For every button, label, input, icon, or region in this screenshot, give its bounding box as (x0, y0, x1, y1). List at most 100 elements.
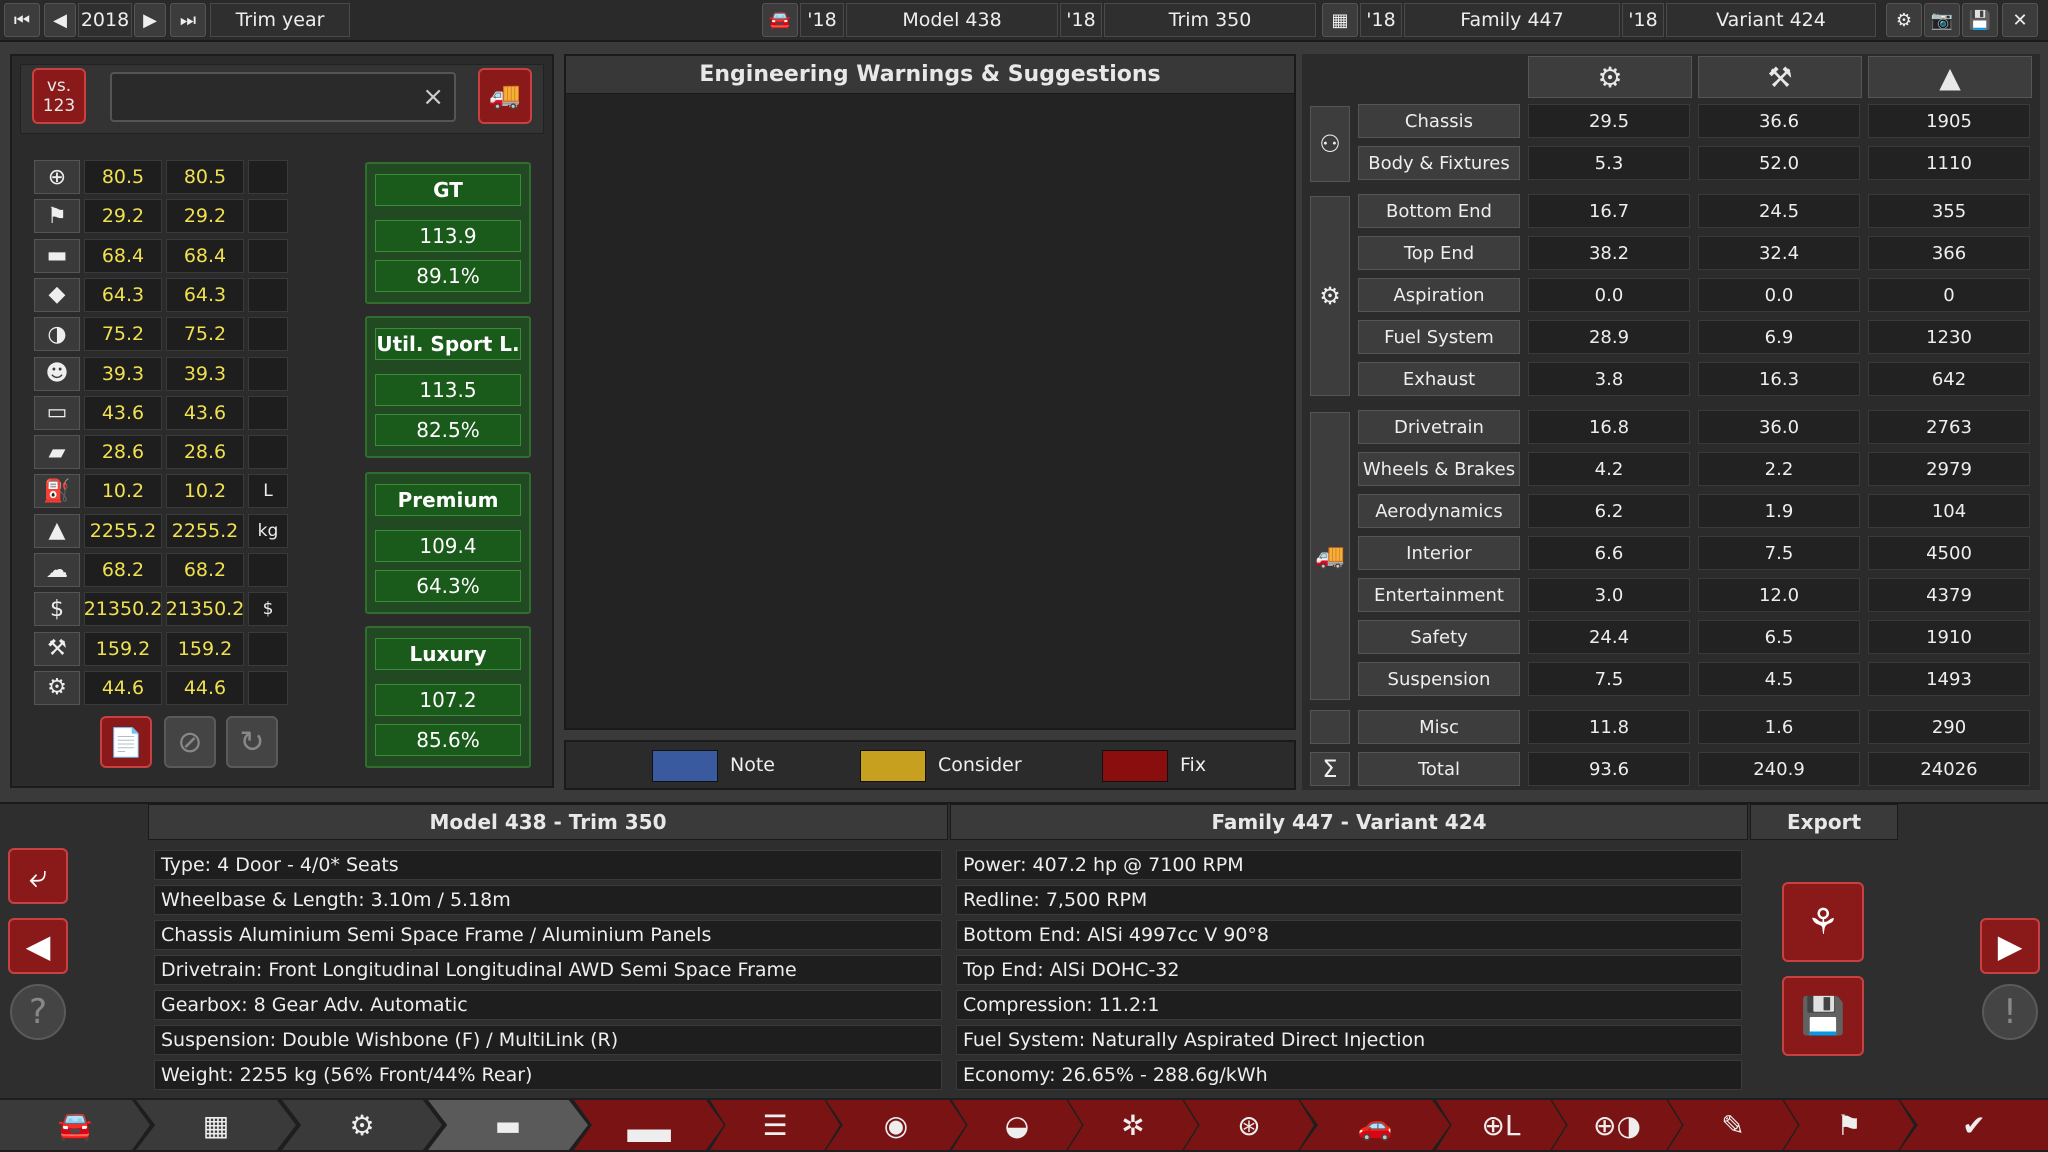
component-name[interactable]: Entertainment (1358, 578, 1520, 612)
component-name[interactable]: Total (1358, 752, 1520, 786)
stat-value-compare: 64.3 (166, 277, 244, 312)
component-name[interactable]: Aspiration (1358, 278, 1520, 312)
component-engineering-value: 6.2 (1528, 494, 1690, 528)
stat-value-compare: 80.5 (166, 160, 244, 194)
nav-body-icon[interactable]: ▬ (428, 1100, 588, 1150)
trim-selector[interactable]: Trim 350 (1104, 3, 1316, 37)
market-name: GT (375, 174, 521, 206)
market-score: 107.2 (375, 684, 521, 716)
stat-value-current: 68.4 (84, 238, 162, 273)
clear-icon[interactable]: × (422, 82, 444, 112)
nav-fixtures-icon[interactable]: ▃▃ (574, 1100, 724, 1150)
component-name[interactable]: Exhaust (1358, 362, 1520, 396)
camera-icon[interactable]: 📷 (1924, 3, 1960, 37)
component-engineering-value: 6.6 (1528, 536, 1690, 570)
component-cost-value: 355 (1868, 194, 2030, 228)
nav-lights-icon[interactable]: ☰ (710, 1100, 840, 1150)
nav-model-icon[interactable]: 🚘 (0, 1100, 150, 1150)
market-percent: 85.6% (375, 724, 521, 756)
component-name[interactable]: Fuel System (1358, 320, 1520, 354)
nav-tires-icon[interactable]: ⊛ (1184, 1100, 1314, 1150)
next-year-icon[interactable]: ▶ (134, 3, 166, 37)
market-card[interactable]: Luxury 107.2 85.6% (365, 626, 531, 768)
settings-gear-icon[interactable]: ⚙ (1886, 3, 1922, 37)
compare-search-input[interactable]: × (110, 72, 456, 122)
engineering-gear-icon: ⚙ (1528, 56, 1692, 98)
fast-forward-icon[interactable]: ⏭ (170, 3, 206, 37)
component-name[interactable]: Suspension (1358, 662, 1520, 696)
stat-unit (248, 238, 288, 273)
export-save-icon[interactable]: 💾 (1782, 976, 1864, 1056)
exit-designer-icon[interactable]: ⤶ (8, 848, 68, 904)
engine-spec-line: Compression: 11.2:1 (956, 990, 1742, 1020)
market-percent: 64.3% (375, 570, 521, 602)
nav-steering-icon[interactable]: ⊕L (1436, 1100, 1566, 1150)
component-name[interactable]: Chassis (1358, 104, 1520, 138)
engine-spec-line: Top End: AlSi DOHC-32 (956, 955, 1742, 985)
select-car-icon[interactable]: 🚚 (478, 68, 532, 124)
engine-spec-line: Fuel System: Naturally Aspirated Direct … (956, 1025, 1742, 1055)
model-selector[interactable]: Model 438 (846, 3, 1058, 37)
vs-compare-button[interactable]: vs. 123 (32, 68, 86, 124)
stat-row: ◑ 75.2 75.2 (34, 317, 288, 352)
nav-suspension-icon[interactable]: 🚗 (1300, 1100, 1450, 1150)
component-name[interactable]: Interior (1358, 536, 1520, 570)
cancel-icon[interactable]: ⊘ (164, 716, 216, 768)
share-icon[interactable]: ⚘ (1782, 882, 1864, 962)
component-name[interactable]: Top End (1358, 236, 1520, 270)
forward-arrow-icon[interactable]: ▶ (1980, 918, 2040, 974)
steering-wheel-icon: ⊕ (34, 160, 80, 194)
market-score: 113.5 (375, 374, 521, 406)
save-icon[interactable]: 💾 (1962, 3, 1998, 37)
component-name[interactable]: Body & Fixtures (1358, 146, 1520, 180)
back-arrow-icon[interactable]: ◀ (8, 918, 68, 974)
nav-safety-icon[interactable]: ⊕◑ (1552, 1100, 1682, 1150)
misc-group-icon (1310, 710, 1350, 744)
reset-icon[interactable]: ↻ (226, 716, 278, 768)
close-icon[interactable]: ✕ (2002, 3, 2038, 37)
diamond-icon: ◆ (34, 277, 80, 312)
variant-selector[interactable]: Variant 424 (1666, 3, 1876, 37)
prev-year-icon[interactable]: ◀ (44, 3, 76, 37)
help-icon[interactable]: ? (10, 984, 66, 1040)
warning-icon[interactable]: ! (1982, 984, 2038, 1040)
component-name[interactable]: Drivetrain (1358, 410, 1520, 444)
legend-swatch (1102, 750, 1168, 782)
market-percent: 89.1% (375, 260, 521, 292)
nav-interior-icon[interactable]: ◒ (952, 1100, 1082, 1150)
stat-unit (248, 277, 288, 312)
rewind-icon[interactable]: ⏮ (4, 3, 40, 37)
component-cost-value: 0 (1868, 278, 2030, 312)
engine-block-icon[interactable]: ▦ (1322, 3, 1358, 37)
nav-aero-icon[interactable]: ◉ (826, 1100, 966, 1150)
report-icon[interactable]: 📄 (100, 716, 152, 768)
component-name[interactable]: Misc (1358, 710, 1520, 744)
component-engineering-value: 7.5 (1528, 662, 1690, 696)
component-name[interactable]: Wheels & Brakes (1358, 452, 1520, 486)
component-cost-value: 290 (1868, 710, 2030, 744)
component-name[interactable]: Aerodynamics (1358, 494, 1520, 528)
model-car-icon[interactable]: 🚘 (762, 3, 798, 37)
trim-year-label[interactable]: Trim year (210, 3, 350, 37)
stat-value-current: 44.6 (84, 670, 162, 705)
vs-number: 123 (42, 96, 76, 116)
nav-testing-icon[interactable]: ✎ (1668, 1100, 1798, 1150)
component-engineering-value: 4.2 (1528, 452, 1690, 486)
nav-wheels-icon[interactable]: ✲ (1068, 1100, 1198, 1150)
nav-engine-icon[interactable]: ⚙ (282, 1100, 442, 1150)
environment-icon: ☁ (34, 553, 80, 587)
component-production-value: 7.5 (1698, 536, 1860, 570)
market-name: Premium (375, 484, 521, 516)
stat-row: ☁ 68.2 68.2 (34, 553, 288, 587)
nav-track-icon[interactable]: ⚑ (1784, 1100, 1914, 1150)
component-name[interactable]: Bottom End (1358, 194, 1520, 228)
market-card[interactable]: Premium 109.4 64.3% (365, 472, 531, 614)
stat-value-compare: 29.2 (166, 199, 244, 234)
family-selector[interactable]: Family 447 (1404, 3, 1620, 37)
nav-finish-check-icon[interactable]: ✔ (1900, 1100, 2048, 1150)
market-card[interactable]: Util. Sport L. 113.5 82.5% (365, 316, 531, 458)
nav-engine-block-icon[interactable]: ▦ (136, 1100, 296, 1150)
component-production-value: 240.9 (1698, 752, 1860, 786)
component-name[interactable]: Safety (1358, 620, 1520, 654)
market-card[interactable]: GT 113.9 89.1% (365, 162, 531, 304)
